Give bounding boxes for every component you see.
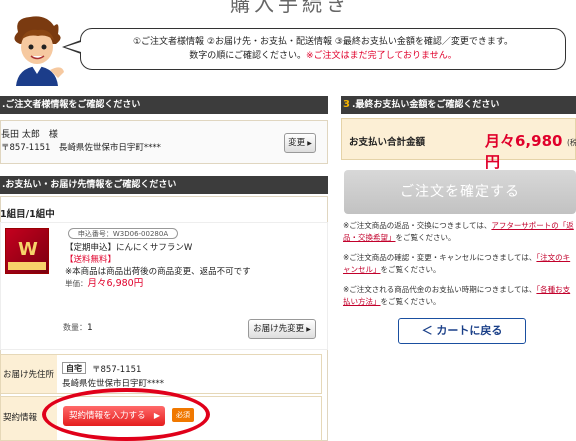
product-logo: W: [18, 239, 38, 260]
notice-warning: ※ご注文はまだ完了しておりません。: [306, 51, 457, 61]
triangle-right-icon: ▶: [307, 140, 312, 147]
back-to-cart-label: カートに戻る: [436, 324, 503, 337]
page-title: 購入手続き: [230, 0, 350, 16]
highlight-circle: [42, 388, 210, 441]
section3-number: 3: [343, 99, 350, 110]
total-box: お支払い合計金額 月々6,980円 (税込): [341, 118, 576, 171]
product-label: [8, 262, 46, 270]
change-destination-button[interactable]: お届け先変更 ▶: [248, 319, 316, 339]
note-text: ※ご注文商品の確認・変更・キャンセルにつきましては、: [343, 253, 537, 262]
destination-tag: 自宅: [62, 362, 86, 374]
apply-number: 申込番号：W3D06-00280A: [68, 228, 178, 239]
note-returns: ※ご注文商品の返品・交換につきましては、アフターサポートの「返品・交換希望」をご…: [343, 220, 576, 244]
speech-tail-inner: [65, 42, 81, 52]
product-image: W: [5, 228, 49, 274]
section2-title: .お支払い・お届け先情報をご確認ください: [2, 180, 177, 190]
note-payment: ※ご注文される商品代金のお支払い時期につきましては、「各種お支払い方法」をご覧く…: [343, 284, 576, 308]
price-label: 単価：: [65, 279, 88, 288]
group-title: 1組目/1組中: [0, 209, 55, 220]
destination-address: 長崎県佐世保市日宇町****: [62, 379, 165, 389]
orderer-change-button[interactable]: 変更 ▶: [284, 133, 316, 153]
note-text: をご覧ください。: [395, 233, 456, 242]
note-text: ※ご注文される商品代金のお支払い時期につきましては、: [343, 285, 537, 294]
product-name: 【定期申込】にんにくサフランW: [65, 243, 193, 253]
change-destination-label: お届け先変更: [253, 324, 305, 334]
notice-line2: 数字の順にご確認ください。: [189, 51, 307, 61]
quantity-value: 1: [87, 323, 93, 333]
note-text: をご覧ください。: [380, 297, 441, 306]
mascot-illustration: [14, 16, 64, 86]
total-amount: 月々6,980円: [485, 132, 563, 171]
section2-header: .お支払い・お届け先情報をご確認ください: [0, 176, 328, 194]
triangle-right-icon: ▶: [306, 326, 311, 333]
quantity: 数量：1: [63, 322, 93, 333]
total-label: お支払い合計金額: [349, 137, 426, 148]
orderer-name: 長田 太郎 様: [1, 130, 58, 140]
product-note: ※本商品は商品出荷後の商品変更、返品不可です: [65, 267, 251, 277]
section1-panel: 長田 太郎 様 〒857-1151 長崎県佐世保市日宇町****: [0, 120, 328, 164]
orderer-address: 〒857-1151 長崎県佐世保市日宇町****: [1, 143, 161, 153]
chevron-left-icon: ＜: [421, 324, 437, 337]
tax-label: (税込): [567, 138, 576, 147]
note-text: をご覧ください。: [380, 265, 441, 274]
shipping-free: 【送料無料】: [65, 255, 117, 265]
section3-title: .最終お支払い金額をご確認ください: [351, 100, 500, 110]
destination-label: お届け先住所: [1, 355, 57, 393]
unit-price: 月々6,980円: [87, 278, 144, 289]
orderer-change-label: 変更: [288, 138, 306, 148]
confirm-order-button[interactable]: ご注文を確定する: [344, 170, 576, 214]
destination-zip: 〒857-1151: [92, 365, 142, 375]
product-details: 【定期申込】にんにくサフランW 【送料無料】 ※本商品は商品出荷後の商品変更、返…: [65, 242, 251, 290]
section3-header: 3 .最終お支払い金額をご確認ください: [341, 96, 576, 114]
note-text: ※ご注文商品の返品・交換につきましては、: [343, 221, 492, 230]
notice-line1: ①ご注文者様情報 ②お届け先・お支払・配送情報 ③最終お支払い金額を確認／変更で…: [132, 37, 514, 47]
section1-title: .ご注文者様情報をご確認ください: [2, 100, 141, 110]
notice-bubble: ①ご注文者様情報 ②お届け先・お支払・配送情報 ③最終お支払い金額を確認／変更で…: [80, 28, 566, 70]
notes: ※ご注文商品の返品・交換につきましては、アフターサポートの「返品・交換希望」をご…: [343, 220, 576, 316]
back-to-cart-button[interactable]: ＜ カートに戻る: [398, 318, 526, 344]
note-cancel: ※ご注文商品の確認・変更・キャンセルにつきましては、「注文のキャンセル」をご覧く…: [343, 252, 576, 276]
quantity-label: 数量：: [63, 323, 87, 332]
section1-header: 1.ご注文者様情報をご確認ください: [0, 96, 328, 114]
